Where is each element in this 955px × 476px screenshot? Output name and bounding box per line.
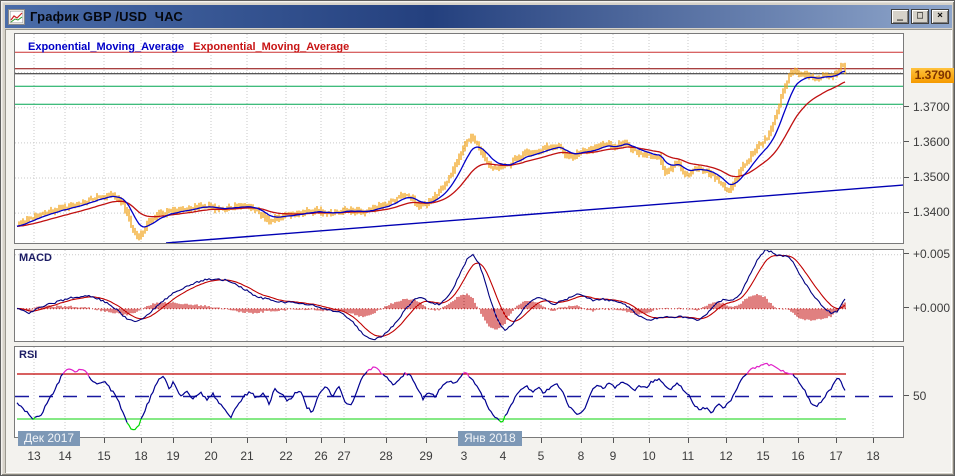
- price-axis-tick: [904, 141, 909, 143]
- price-axis-tick: [904, 176, 909, 178]
- date-axis-tick: [344, 438, 345, 443]
- date-axis-tick: [836, 438, 837, 443]
- macd-label: MACD: [19, 252, 52, 264]
- date-axis-tick: [141, 438, 142, 443]
- date-axis-tick: [613, 438, 614, 443]
- price-axis-label: 1.3600: [913, 134, 950, 149]
- titlebar[interactable]: График GBP /USD ЧАС _ □ ×: [5, 5, 952, 28]
- date-axis-tick: [726, 438, 727, 443]
- date-label: 4: [499, 449, 507, 463]
- date-label: 18: [866, 449, 880, 463]
- price-axis-label: 1.3500: [913, 170, 950, 185]
- macd-axis-tick: [904, 307, 909, 309]
- price-axis-label: 1.3400: [913, 205, 950, 220]
- rsi-axis-label: 50: [913, 388, 927, 403]
- window-title: График GBP /USD ЧАС: [30, 9, 183, 24]
- date-axis-tick: [873, 438, 874, 443]
- date-label: 20: [204, 449, 218, 463]
- price-axis-label: 1.3700: [913, 99, 950, 114]
- date-axis-tick: [798, 438, 799, 443]
- close-button[interactable]: ×: [931, 9, 949, 24]
- date-label: 15: [756, 449, 770, 463]
- month-badge: Янв 2018: [458, 431, 522, 446]
- price-chart-canvas[interactable]: [15, 34, 903, 243]
- date-label: 10: [642, 449, 656, 463]
- date-axis-tick: [649, 438, 650, 443]
- date-axis-tick: [104, 438, 105, 443]
- ema-slow-label: Exponential_Moving_Average: [193, 41, 350, 53]
- date-axis-tick: [321, 438, 322, 443]
- macd-canvas[interactable]: [15, 250, 903, 341]
- date-label: 19: [166, 449, 180, 463]
- current-price-tag: 1.3790: [911, 68, 954, 84]
- indicator-legend: Exponential_Moving_Average Exponential_M…: [28, 41, 349, 53]
- date-axis-tick: [211, 438, 212, 443]
- date-axis-tick: [386, 438, 387, 443]
- rsi-panel[interactable]: RSI: [14, 346, 904, 438]
- date-label: 18: [134, 449, 148, 463]
- price-axis-tick: [904, 106, 909, 108]
- date-label: 16: [791, 449, 805, 463]
- date-axis-tick: [581, 438, 582, 443]
- date-label: 8: [577, 449, 585, 463]
- date-label: 5: [537, 449, 545, 463]
- date-label: 29: [419, 449, 433, 463]
- chart-icon[interactable]: [8, 8, 25, 25]
- macd-axis-label: +0.000: [913, 300, 951, 315]
- date-label: 12: [719, 449, 733, 463]
- date-label: 9: [609, 449, 617, 463]
- price-chart-panel[interactable]: Exponential_Moving_Average Exponential_M…: [14, 33, 904, 244]
- date-label: 15: [97, 449, 111, 463]
- rsi-label: RSI: [19, 349, 38, 361]
- date-label: 11: [681, 449, 695, 463]
- macd-panel[interactable]: MACD: [14, 249, 904, 342]
- date-label: 22: [279, 449, 293, 463]
- price-axis-tick: [904, 211, 909, 213]
- ema-fast-label: Exponential_Moving_Average: [28, 41, 185, 53]
- rsi-axis-tick: [904, 395, 909, 396]
- chart-icon-glyph: [10, 10, 23, 23]
- minimize-button[interactable]: _: [891, 9, 909, 24]
- date-label: 3: [460, 449, 468, 463]
- date-label: 26: [314, 449, 328, 463]
- date-axis-tick: [541, 438, 542, 443]
- maximize-button[interactable]: □: [911, 9, 929, 24]
- date-axis-tick: [286, 438, 287, 443]
- chart-client-area: Exponential_Moving_Average Exponential_M…: [5, 29, 954, 473]
- date-axis-tick: [763, 438, 764, 443]
- date-label: 21: [240, 449, 254, 463]
- macd-axis-tick: [904, 253, 909, 255]
- date-axis-tick: [426, 438, 427, 443]
- date-axis-tick: [247, 438, 248, 443]
- date-label: 27: [337, 449, 351, 463]
- date-label: 13: [27, 449, 41, 463]
- rsi-canvas[interactable]: [15, 347, 903, 437]
- date-axis-tick: [173, 438, 174, 443]
- macd-axis-label: +0.005: [913, 246, 951, 261]
- month-badge: Дек 2017: [18, 431, 81, 446]
- date-label: 17: [829, 449, 843, 463]
- date-label: 14: [58, 449, 72, 463]
- window-controls: _ □ ×: [891, 9, 949, 24]
- date-axis-tick: [688, 438, 689, 443]
- chart-window: График GBP /USD ЧАС _ □ × Exponential_Mo…: [0, 0, 955, 476]
- date-label: 28: [379, 449, 393, 463]
